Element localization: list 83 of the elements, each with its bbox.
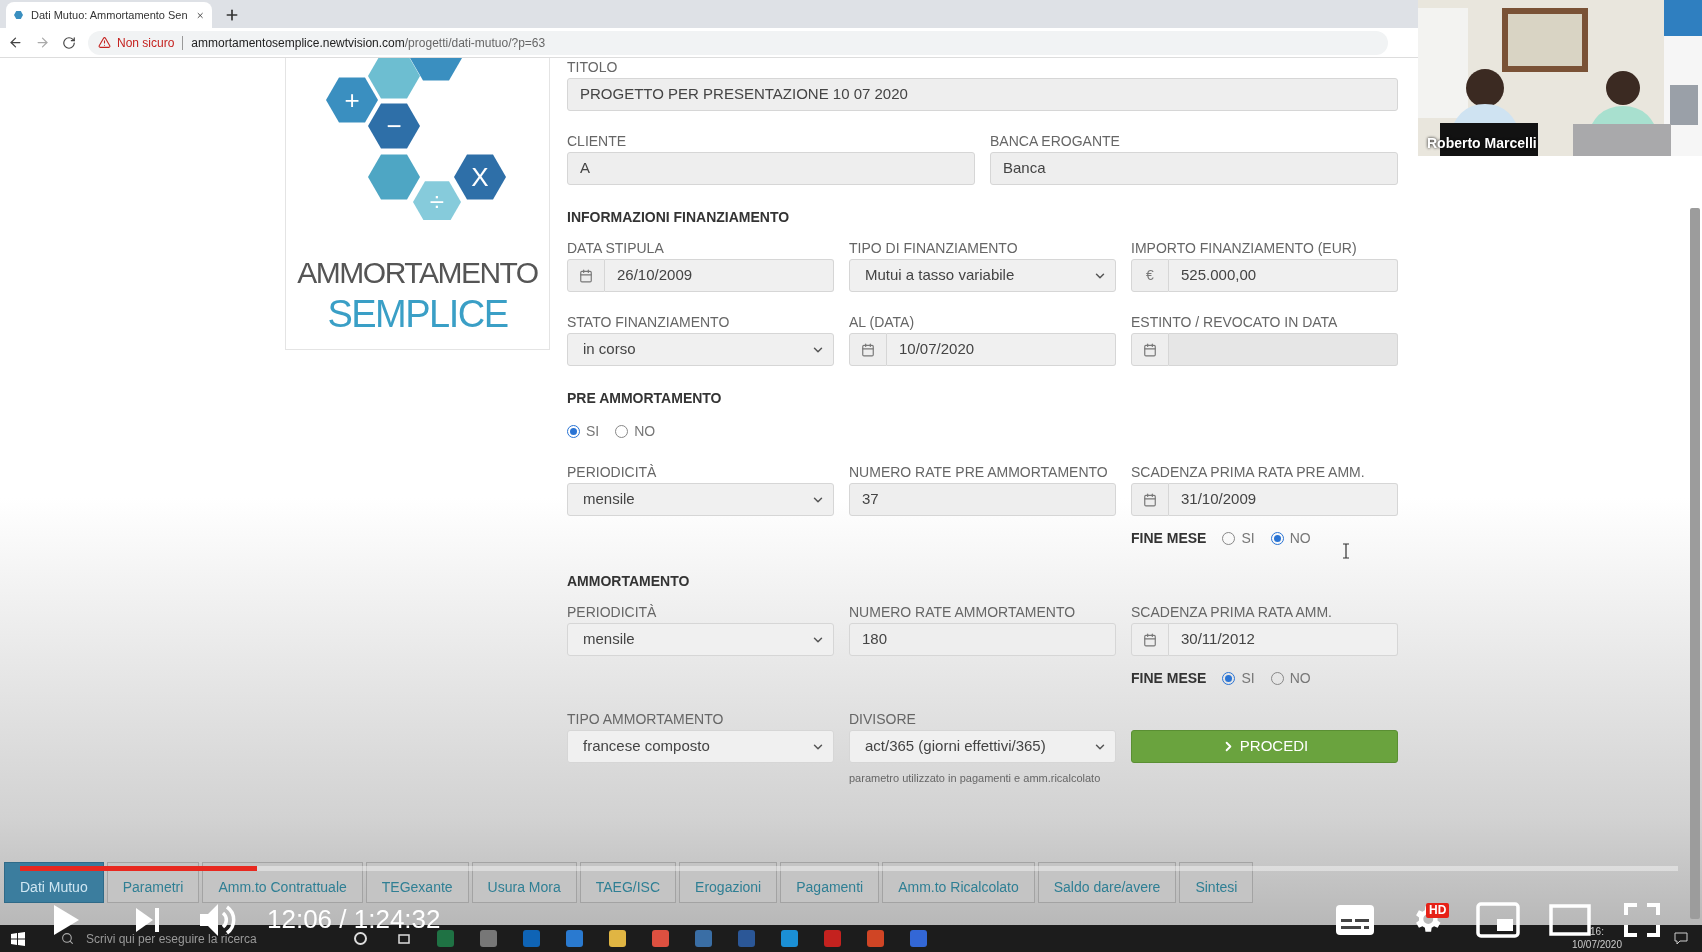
text-field[interactable]: 37: [849, 483, 1116, 516]
radio-label: NO: [1289, 529, 1311, 548]
logo-title: AMMORTAMENTO: [297, 255, 538, 291]
task-view-icon[interactable]: [397, 931, 411, 946]
date-field[interactable]: [1169, 333, 1398, 366]
reload-icon[interactable]: [62, 35, 76, 50]
field-hint: parametro utilizzato in pagamenti e amm.ricalcolato: [849, 771, 1102, 786]
scrollbar[interactable]: [1690, 208, 1700, 919]
subtitles-icon[interactable]: [1336, 905, 1374, 935]
search-icon: [61, 932, 74, 945]
field-label: TIPO DI FINANZIAMENTO: [849, 240, 1019, 256]
notification-icon[interactable]: [1674, 932, 1688, 945]
section-heading: PRE AMMORTAMENTO: [567, 389, 723, 408]
field-label: ESTINTO / REVOCATO IN DATA: [1131, 314, 1339, 330]
date-field[interactable]: 10/07/2020: [887, 333, 1116, 366]
miniplayer-icon[interactable]: [1476, 902, 1520, 938]
windows-logo-icon[interactable]: [11, 931, 25, 946]
field-label: NUMERO RATE AMMORTAMENTO: [849, 604, 1077, 620]
url-text: ammortamentosemplice.newtvision.com/progetti/dati-mutuo/?p=63: [191, 34, 546, 52]
text-field[interactable]: PROGETTO PER PRESENTAZIONE 10 07 2020: [567, 78, 1398, 111]
select-field[interactable]: mensile: [567, 483, 834, 516]
calendar-icon: [1143, 342, 1157, 357]
field-label: PERIODICITÀ: [567, 464, 658, 480]
text-cursor-icon: [1342, 543, 1350, 559]
app-icon[interactable]: [609, 930, 626, 947]
field-label: AL (DATA): [849, 314, 916, 330]
calendar-icon: [1143, 492, 1157, 507]
field-label: TITOLO: [567, 59, 619, 75]
cortana-icon[interactable]: [354, 932, 367, 945]
radio-label: NO: [1289, 669, 1311, 688]
field-label: NUMERO RATE PRE AMMORTAMENTO: [849, 464, 1109, 480]
browser-tab[interactable]: Dati Mutuo: Ammortamento Sen: [6, 2, 212, 28]
calendar-icon: [1143, 632, 1157, 647]
fullscreen-icon[interactable]: [1624, 903, 1660, 937]
calendar-icon: [861, 342, 875, 357]
field-label: BANCA EROGANTE: [990, 133, 1121, 149]
date-field[interactable]: 525.000,00: [1169, 259, 1398, 292]
forward-icon[interactable]: [35, 35, 50, 50]
radio-label: SI: [586, 422, 600, 441]
currency-addon: €: [1131, 259, 1169, 292]
field-label: PERIODICITÀ: [567, 604, 658, 620]
calendar-icon: [579, 268, 593, 283]
back-icon[interactable]: [8, 35, 23, 50]
field-label: STATO FINANZIAMENTO: [567, 314, 731, 330]
hexagon-icon: [14, 8, 24, 22]
field-label: TIPO AMMORTAMENTO: [567, 711, 725, 727]
field-label: DIVISORE: [849, 711, 917, 727]
select-field[interactable]: act/365 (giorni effettivi/365): [849, 730, 1116, 763]
select-field[interactable]: francese composto: [567, 730, 834, 763]
field-label: SCADENZA PRIMA RATA PRE AMM.: [1131, 464, 1366, 480]
field-label: SCADENZA PRIMA RATA AMM.: [1131, 604, 1333, 620]
section-heading: AMMORTAMENTO: [567, 572, 691, 591]
progress-track[interactable]: [20, 866, 1678, 871]
field-label: IMPORTO FINANZIAMENTO (EUR): [1131, 240, 1358, 256]
logo-subtitle: SEMPLICE: [327, 292, 508, 336]
taskbar-search-text[interactable]: Scrivi qui per eseguire la ricerca: [86, 929, 354, 948]
security-label: Non sicuro: [117, 34, 175, 52]
date-field[interactable]: 31/10/2009: [1169, 483, 1398, 516]
select-field[interactable]: Mutui a tasso variabile: [849, 259, 1116, 292]
date-field[interactable]: 30/11/2012: [1169, 623, 1398, 656]
radio-label: SI: [1241, 669, 1255, 688]
field-label: CLIENTE: [567, 133, 628, 149]
field-label: DATA STIPULA: [567, 240, 665, 256]
radio-label: NO: [634, 422, 656, 441]
radio-label: SI: [1241, 529, 1255, 548]
clock-date: 10/07/2020: [1571, 938, 1622, 951]
text-field[interactable]: Banca: [990, 152, 1398, 185]
date-field[interactable]: 26/10/2009: [605, 259, 834, 292]
theater-mode-icon[interactable]: [1549, 904, 1591, 936]
select-field[interactable]: mensile: [567, 623, 834, 656]
hd-badge: HD: [1426, 903, 1450, 918]
warning-icon: [98, 36, 111, 49]
select-field[interactable]: in corso: [567, 333, 834, 366]
address-bar[interactable]: Non sicuro ammortamentosemplice.newtvision.com/progetti/dati-mutuo/?p=63: [88, 30, 1388, 55]
text-field[interactable]: 180: [849, 623, 1116, 656]
fine-mese-label: FINE MESE: [1131, 529, 1207, 548]
next-icon[interactable]: [135, 907, 161, 933]
logo-drawing: + − X ÷: [307, 58, 528, 220]
fine-mese-label: FINE MESE: [1131, 669, 1207, 688]
section-heading: INFORMAZIONI FINANZIAMENTO: [567, 208, 791, 227]
text-field[interactable]: A: [567, 152, 975, 185]
new-tab-icon[interactable]: [224, 7, 240, 23]
play-icon[interactable]: [52, 904, 80, 936]
